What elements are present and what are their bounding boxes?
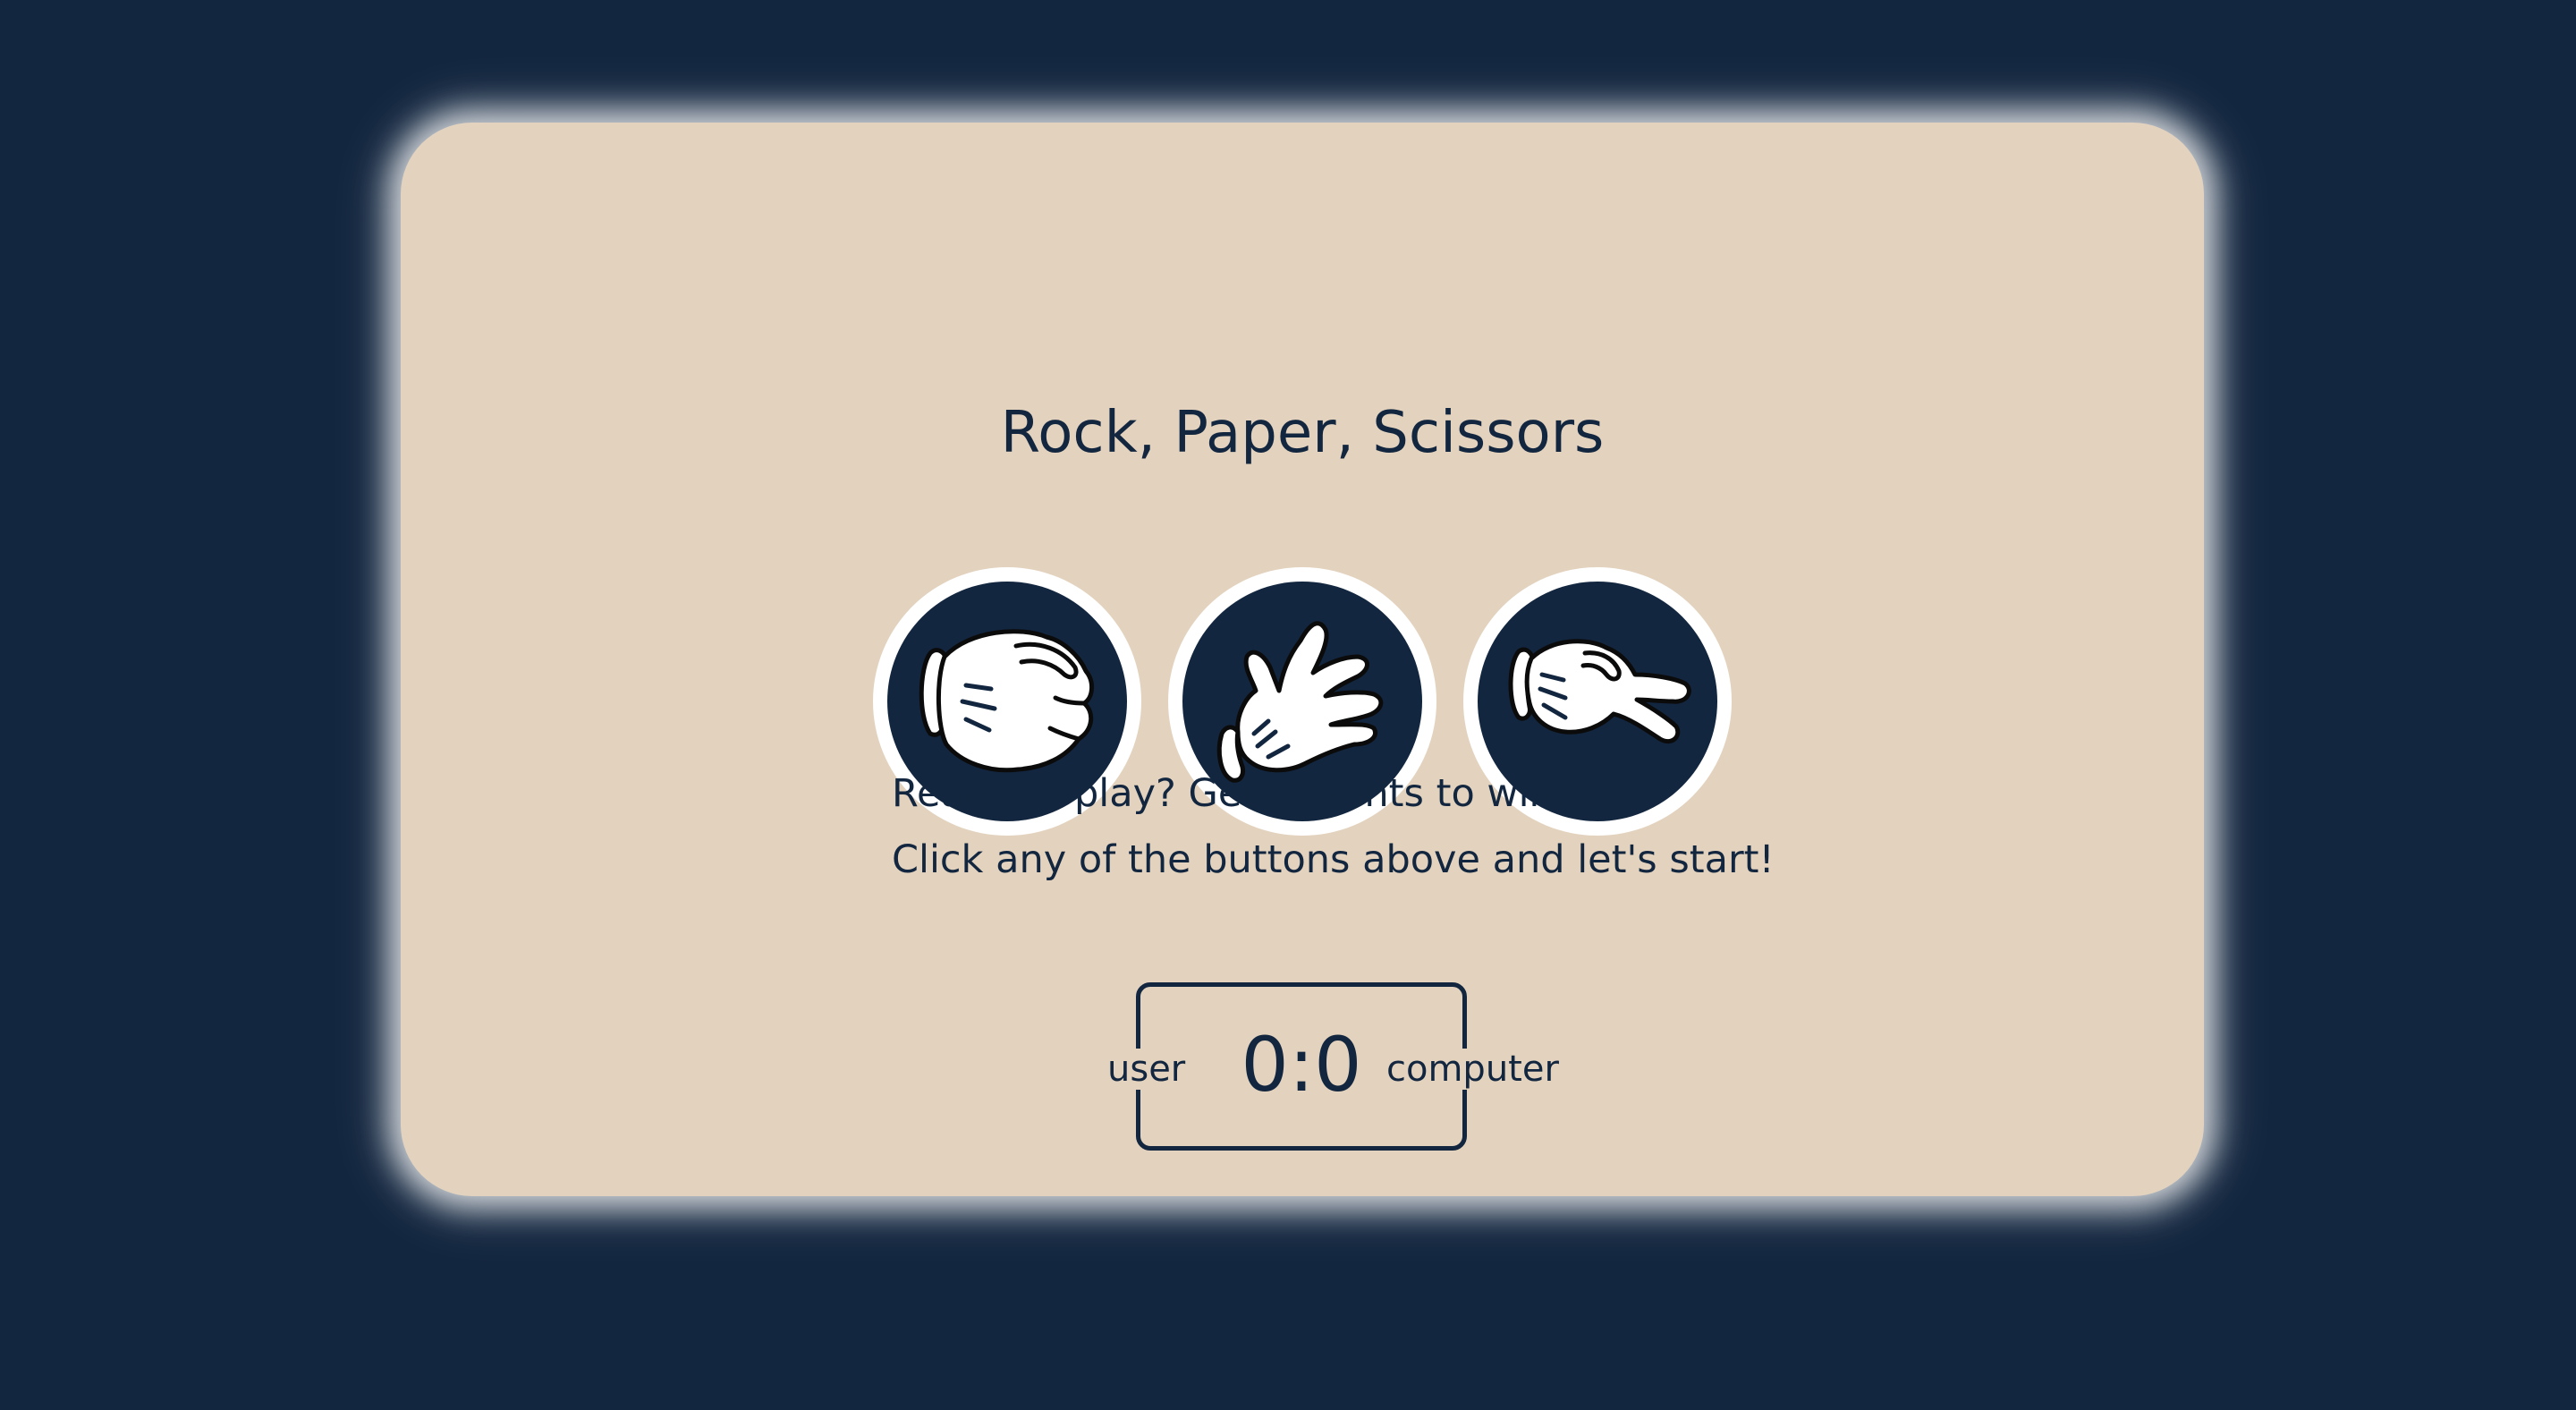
user-score: 0 (1241, 1021, 1289, 1108)
score-display: 0:0 (1136, 1018, 1467, 1111)
game-message: Ready to play? Get 3 points to win. Clic… (892, 760, 1775, 893)
message-line-2: Click any of the buttons above and let's… (892, 837, 1775, 882)
message-line-1: Ready to play? Get 3 points to win. (892, 771, 1566, 816)
score-separator: : (1288, 1021, 1315, 1108)
game-title: Rock, Paper, Scissors (1000, 400, 1605, 466)
computer-score: 0 (1314, 1021, 1362, 1108)
